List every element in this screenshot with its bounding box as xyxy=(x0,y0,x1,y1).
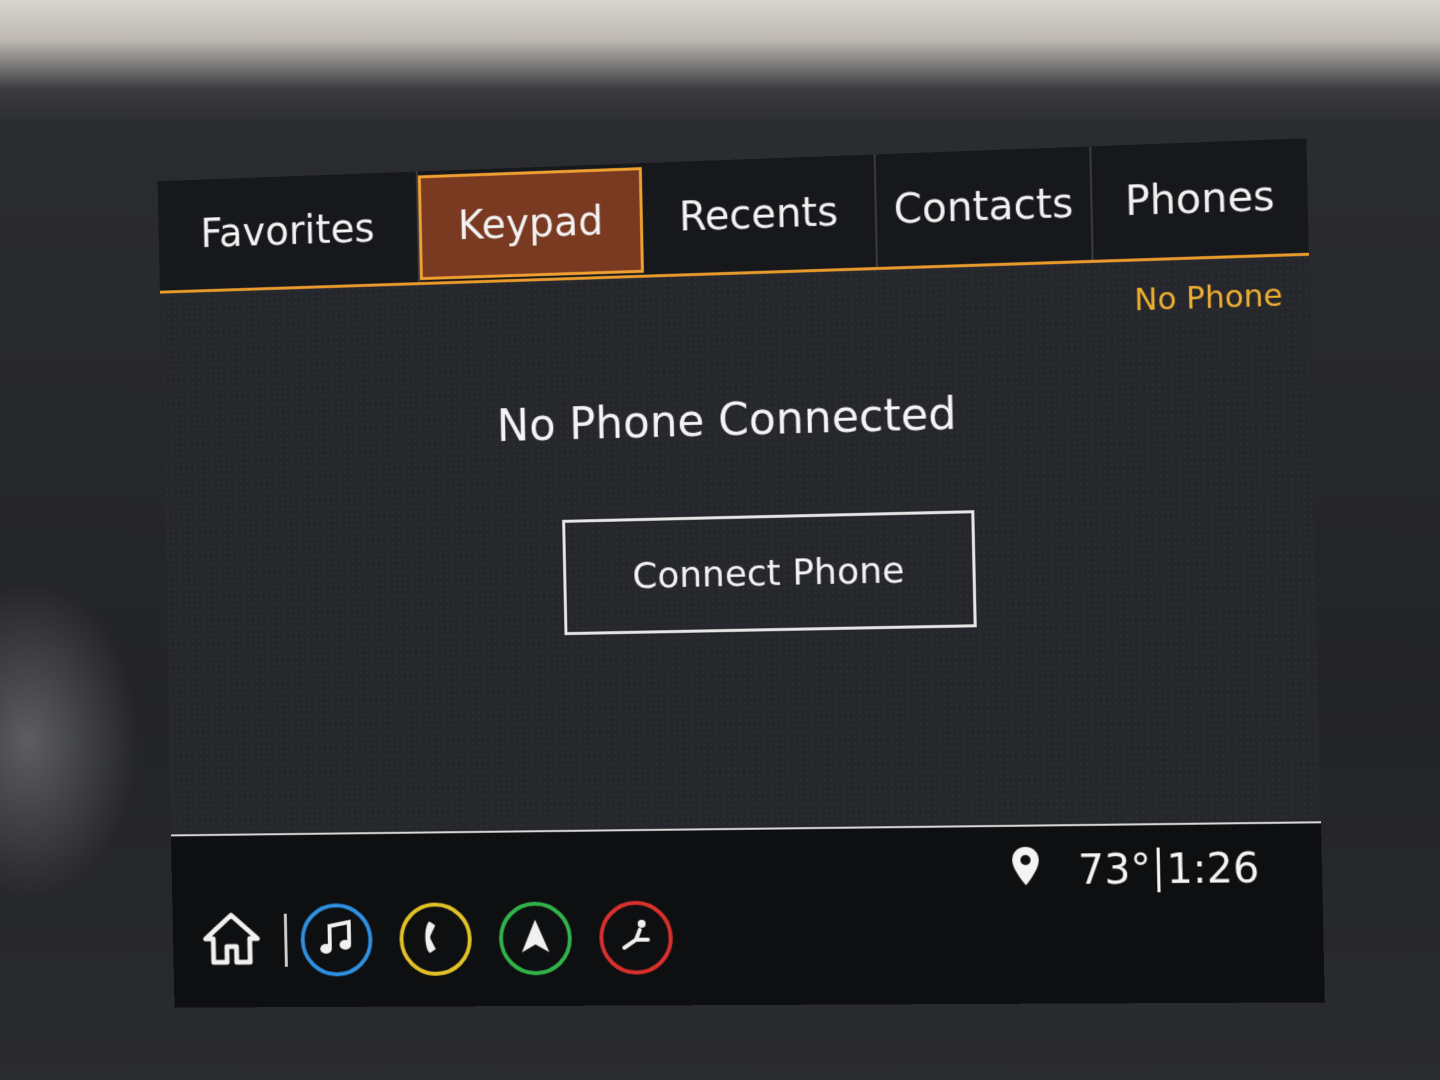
status-readout: 73° 1:26 xyxy=(1010,842,1260,897)
no-phone-headline: No Phone Connected xyxy=(162,378,1312,460)
location-pin-icon xyxy=(1010,845,1042,898)
app-dock xyxy=(197,900,701,977)
home-icon xyxy=(201,911,262,970)
audio-app-button[interactable] xyxy=(300,903,373,976)
tab-favorites[interactable]: Favorites xyxy=(158,172,420,291)
bottom-bar: 73° 1:26 xyxy=(171,823,1325,1007)
tab-contacts-label: Contacts xyxy=(893,180,1073,233)
phone-status-text: No Phone xyxy=(1134,278,1283,318)
tab-phones-label: Phones xyxy=(1124,173,1275,225)
tab-keypad-label: Keypad xyxy=(458,198,604,249)
seat-app-icon xyxy=(616,916,657,960)
infotainment-screen: Favorites Keypad Recents Contacts Phones… xyxy=(158,138,1325,1007)
seat-app-button[interactable] xyxy=(599,901,674,975)
phone-icon xyxy=(418,917,454,961)
dock-separator xyxy=(284,914,288,967)
tab-recents[interactable]: Recents xyxy=(642,154,878,274)
tab-favorites-label: Favorites xyxy=(200,206,375,257)
music-note-icon xyxy=(317,918,357,962)
home-button[interactable] xyxy=(197,906,266,975)
readout-separator xyxy=(1157,848,1161,893)
tab-recents-label: Recents xyxy=(679,189,839,241)
connect-phone-button[interactable]: Connect Phone xyxy=(562,510,977,635)
temperature-readout: 73° xyxy=(1078,847,1152,894)
tab-contacts[interactable]: Contacts xyxy=(876,146,1094,267)
clock-readout: 1:26 xyxy=(1166,845,1260,893)
tab-keypad[interactable]: Keypad xyxy=(418,167,644,280)
tab-phones[interactable]: Phones xyxy=(1091,138,1309,260)
navigation-app-button[interactable] xyxy=(498,901,572,975)
phone-app-button[interactable] xyxy=(399,902,473,976)
navigation-arrow-icon xyxy=(517,916,553,960)
